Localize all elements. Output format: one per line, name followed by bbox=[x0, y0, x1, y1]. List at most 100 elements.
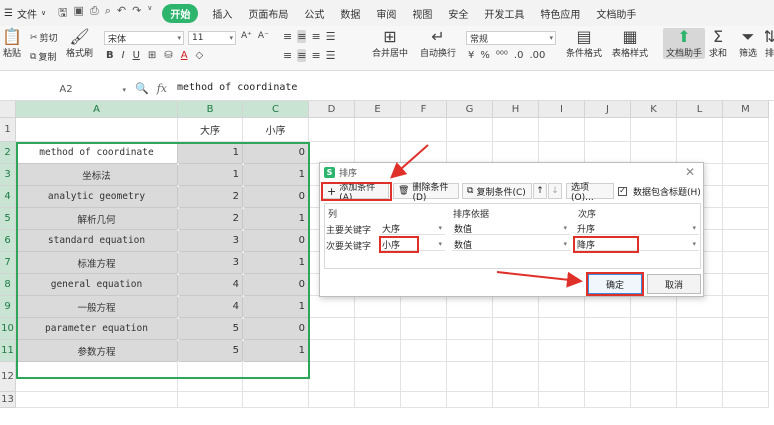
row-header-4[interactable]: 4 bbox=[0, 186, 16, 208]
cell-j10[interactable] bbox=[585, 318, 631, 340]
cell-e10[interactable] bbox=[355, 318, 401, 340]
cell-l13[interactable] bbox=[677, 392, 723, 408]
cell-l9[interactable] bbox=[677, 296, 723, 318]
cell-h11[interactable] bbox=[493, 340, 539, 362]
cell-k12[interactable] bbox=[631, 362, 677, 392]
save-icon[interactable]: 🖫 bbox=[58, 4, 67, 23]
secondary-basis-select[interactable]: 数值 ▾ bbox=[452, 238, 570, 251]
cell-f10[interactable] bbox=[401, 318, 447, 340]
cell-e11[interactable] bbox=[355, 340, 401, 362]
font-name-select[interactable]: 宋体 ▾ bbox=[104, 31, 184, 45]
cell-c6[interactable]: 0 bbox=[243, 230, 309, 252]
zoom-icon[interactable]: 🔍 bbox=[135, 82, 149, 95]
decrease-font-icon[interactable]: A⁻ bbox=[258, 31, 269, 41]
cell-f2[interactable] bbox=[401, 142, 447, 164]
cell-a9[interactable]: 一般方程 bbox=[16, 296, 178, 318]
cell-e1[interactable] bbox=[355, 118, 401, 142]
cell-g12[interactable] bbox=[447, 362, 493, 392]
cell-i12[interactable] bbox=[539, 362, 585, 392]
cell-e13[interactable] bbox=[355, 392, 401, 408]
cell-j1[interactable] bbox=[585, 118, 631, 142]
cell-m2[interactable] bbox=[723, 142, 769, 164]
cell-h10[interactable] bbox=[493, 318, 539, 340]
number-format-select[interactable]: 常规 ▾ bbox=[466, 31, 556, 45]
cell-b9[interactable]: 4 bbox=[178, 296, 243, 318]
tab-start[interactable]: 开始 bbox=[162, 3, 199, 23]
row-header-13[interactable]: 13 bbox=[0, 392, 16, 408]
cell-k1[interactable] bbox=[631, 118, 677, 142]
tab-review[interactable]: 审阅 bbox=[376, 6, 396, 21]
bold-icon[interactable]: B bbox=[106, 50, 114, 61]
row-header-6[interactable]: 6 bbox=[0, 230, 16, 252]
doc-assistant-button[interactable]: ⬆ 文档助手 bbox=[663, 28, 706, 59]
row-header-5[interactable]: 5 bbox=[0, 208, 16, 230]
secondary-order-select[interactable]: 降序 ▾ bbox=[575, 238, 699, 251]
cell-j9[interactable] bbox=[585, 296, 631, 318]
cell-a13[interactable] bbox=[16, 392, 178, 408]
cell-a11[interactable]: 参数方程 bbox=[16, 340, 178, 362]
row-header-2[interactable]: 2 bbox=[0, 142, 16, 164]
increase-decimal-icon[interactable]: .0 bbox=[514, 50, 524, 61]
ok-button[interactable]: 确定 bbox=[588, 274, 642, 294]
cell-d12[interactable] bbox=[309, 362, 355, 392]
cell-a6[interactable]: standard equation bbox=[16, 230, 178, 252]
cell-m7[interactable] bbox=[723, 252, 769, 274]
conditional-format-button[interactable]: ▤ 条件格式 bbox=[566, 28, 602, 60]
row-header-12[interactable]: 12 bbox=[0, 362, 16, 392]
cell-b8[interactable]: 4 bbox=[178, 274, 243, 296]
options-button[interactable]: 选项(O)... bbox=[566, 183, 614, 203]
cell-i11[interactable] bbox=[539, 340, 585, 362]
row-header-7[interactable]: 7 bbox=[0, 252, 16, 274]
cell-j2[interactable] bbox=[585, 142, 631, 164]
column-header-a[interactable]: A bbox=[16, 101, 178, 118]
sort-button[interactable]: ⇅ 排 bbox=[765, 28, 774, 59]
cell-l12[interactable] bbox=[677, 362, 723, 392]
cell-b4[interactable]: 2 bbox=[178, 186, 243, 208]
cell-d10[interactable] bbox=[309, 318, 355, 340]
cell-c7[interactable]: 1 bbox=[243, 252, 309, 274]
cell-d9[interactable] bbox=[309, 296, 355, 318]
cell-g1[interactable] bbox=[447, 118, 493, 142]
close-icon[interactable]: ✕ bbox=[685, 165, 695, 179]
cell-b5[interactable]: 2 bbox=[178, 208, 243, 230]
cancel-button[interactable]: 取消 bbox=[647, 274, 701, 294]
cell-i2[interactable] bbox=[539, 142, 585, 164]
cell-g2[interactable] bbox=[447, 142, 493, 164]
cell-b13[interactable] bbox=[178, 392, 243, 408]
cell-k10[interactable] bbox=[631, 318, 677, 340]
cell-d13[interactable] bbox=[309, 392, 355, 408]
has-header-checkbox[interactable]: ✓ 数据包含标题(H) bbox=[618, 183, 701, 199]
cell-h2[interactable] bbox=[493, 142, 539, 164]
cell-f13[interactable] bbox=[401, 392, 447, 408]
row-header-1[interactable]: 1 bbox=[0, 118, 16, 142]
column-header-j[interactable]: J bbox=[585, 101, 631, 118]
tab-data[interactable]: 数据 bbox=[340, 6, 360, 21]
cell-a12[interactable] bbox=[16, 362, 178, 392]
tab-view[interactable]: 视图 bbox=[412, 6, 432, 21]
cell-a1[interactable] bbox=[16, 118, 178, 142]
cell-l2[interactable] bbox=[677, 142, 723, 164]
fill-color-icon[interactable]: ⛁ bbox=[164, 50, 172, 61]
tab-developer[interactable]: 开发工具 bbox=[484, 6, 524, 21]
column-header-d[interactable]: D bbox=[309, 101, 355, 118]
font-color-icon[interactable]: A bbox=[181, 50, 188, 61]
cell-h9[interactable] bbox=[493, 296, 539, 318]
cell-b7[interactable]: 3 bbox=[178, 252, 243, 274]
cell-c13[interactable] bbox=[243, 392, 309, 408]
cell-m1[interactable] bbox=[723, 118, 769, 142]
cell-h12[interactable] bbox=[493, 362, 539, 392]
align-top-right-icon[interactable]: ≡ bbox=[311, 30, 320, 43]
wrap-text-button[interactable]: ↵ 自动换行 bbox=[420, 28, 456, 60]
currency-icon[interactable]: ¥ bbox=[468, 50, 474, 61]
row-header-3[interactable]: 3 bbox=[0, 164, 16, 186]
cell-m9[interactable] bbox=[723, 296, 769, 318]
tab-insert[interactable]: 插入 bbox=[212, 6, 232, 21]
more-icon[interactable]: ∨ bbox=[147, 4, 152, 23]
cell-m13[interactable] bbox=[723, 392, 769, 408]
cell-h13[interactable] bbox=[493, 392, 539, 408]
thousands-icon[interactable]: ⁰⁰⁰ bbox=[496, 50, 508, 61]
cell-k9[interactable] bbox=[631, 296, 677, 318]
copy-button[interactable]: ⧉ 复制 bbox=[30, 50, 56, 64]
file-menu[interactable]: ☰ 文件 ∨ bbox=[4, 6, 46, 21]
decrease-decimal-icon[interactable]: .00 bbox=[529, 50, 545, 61]
